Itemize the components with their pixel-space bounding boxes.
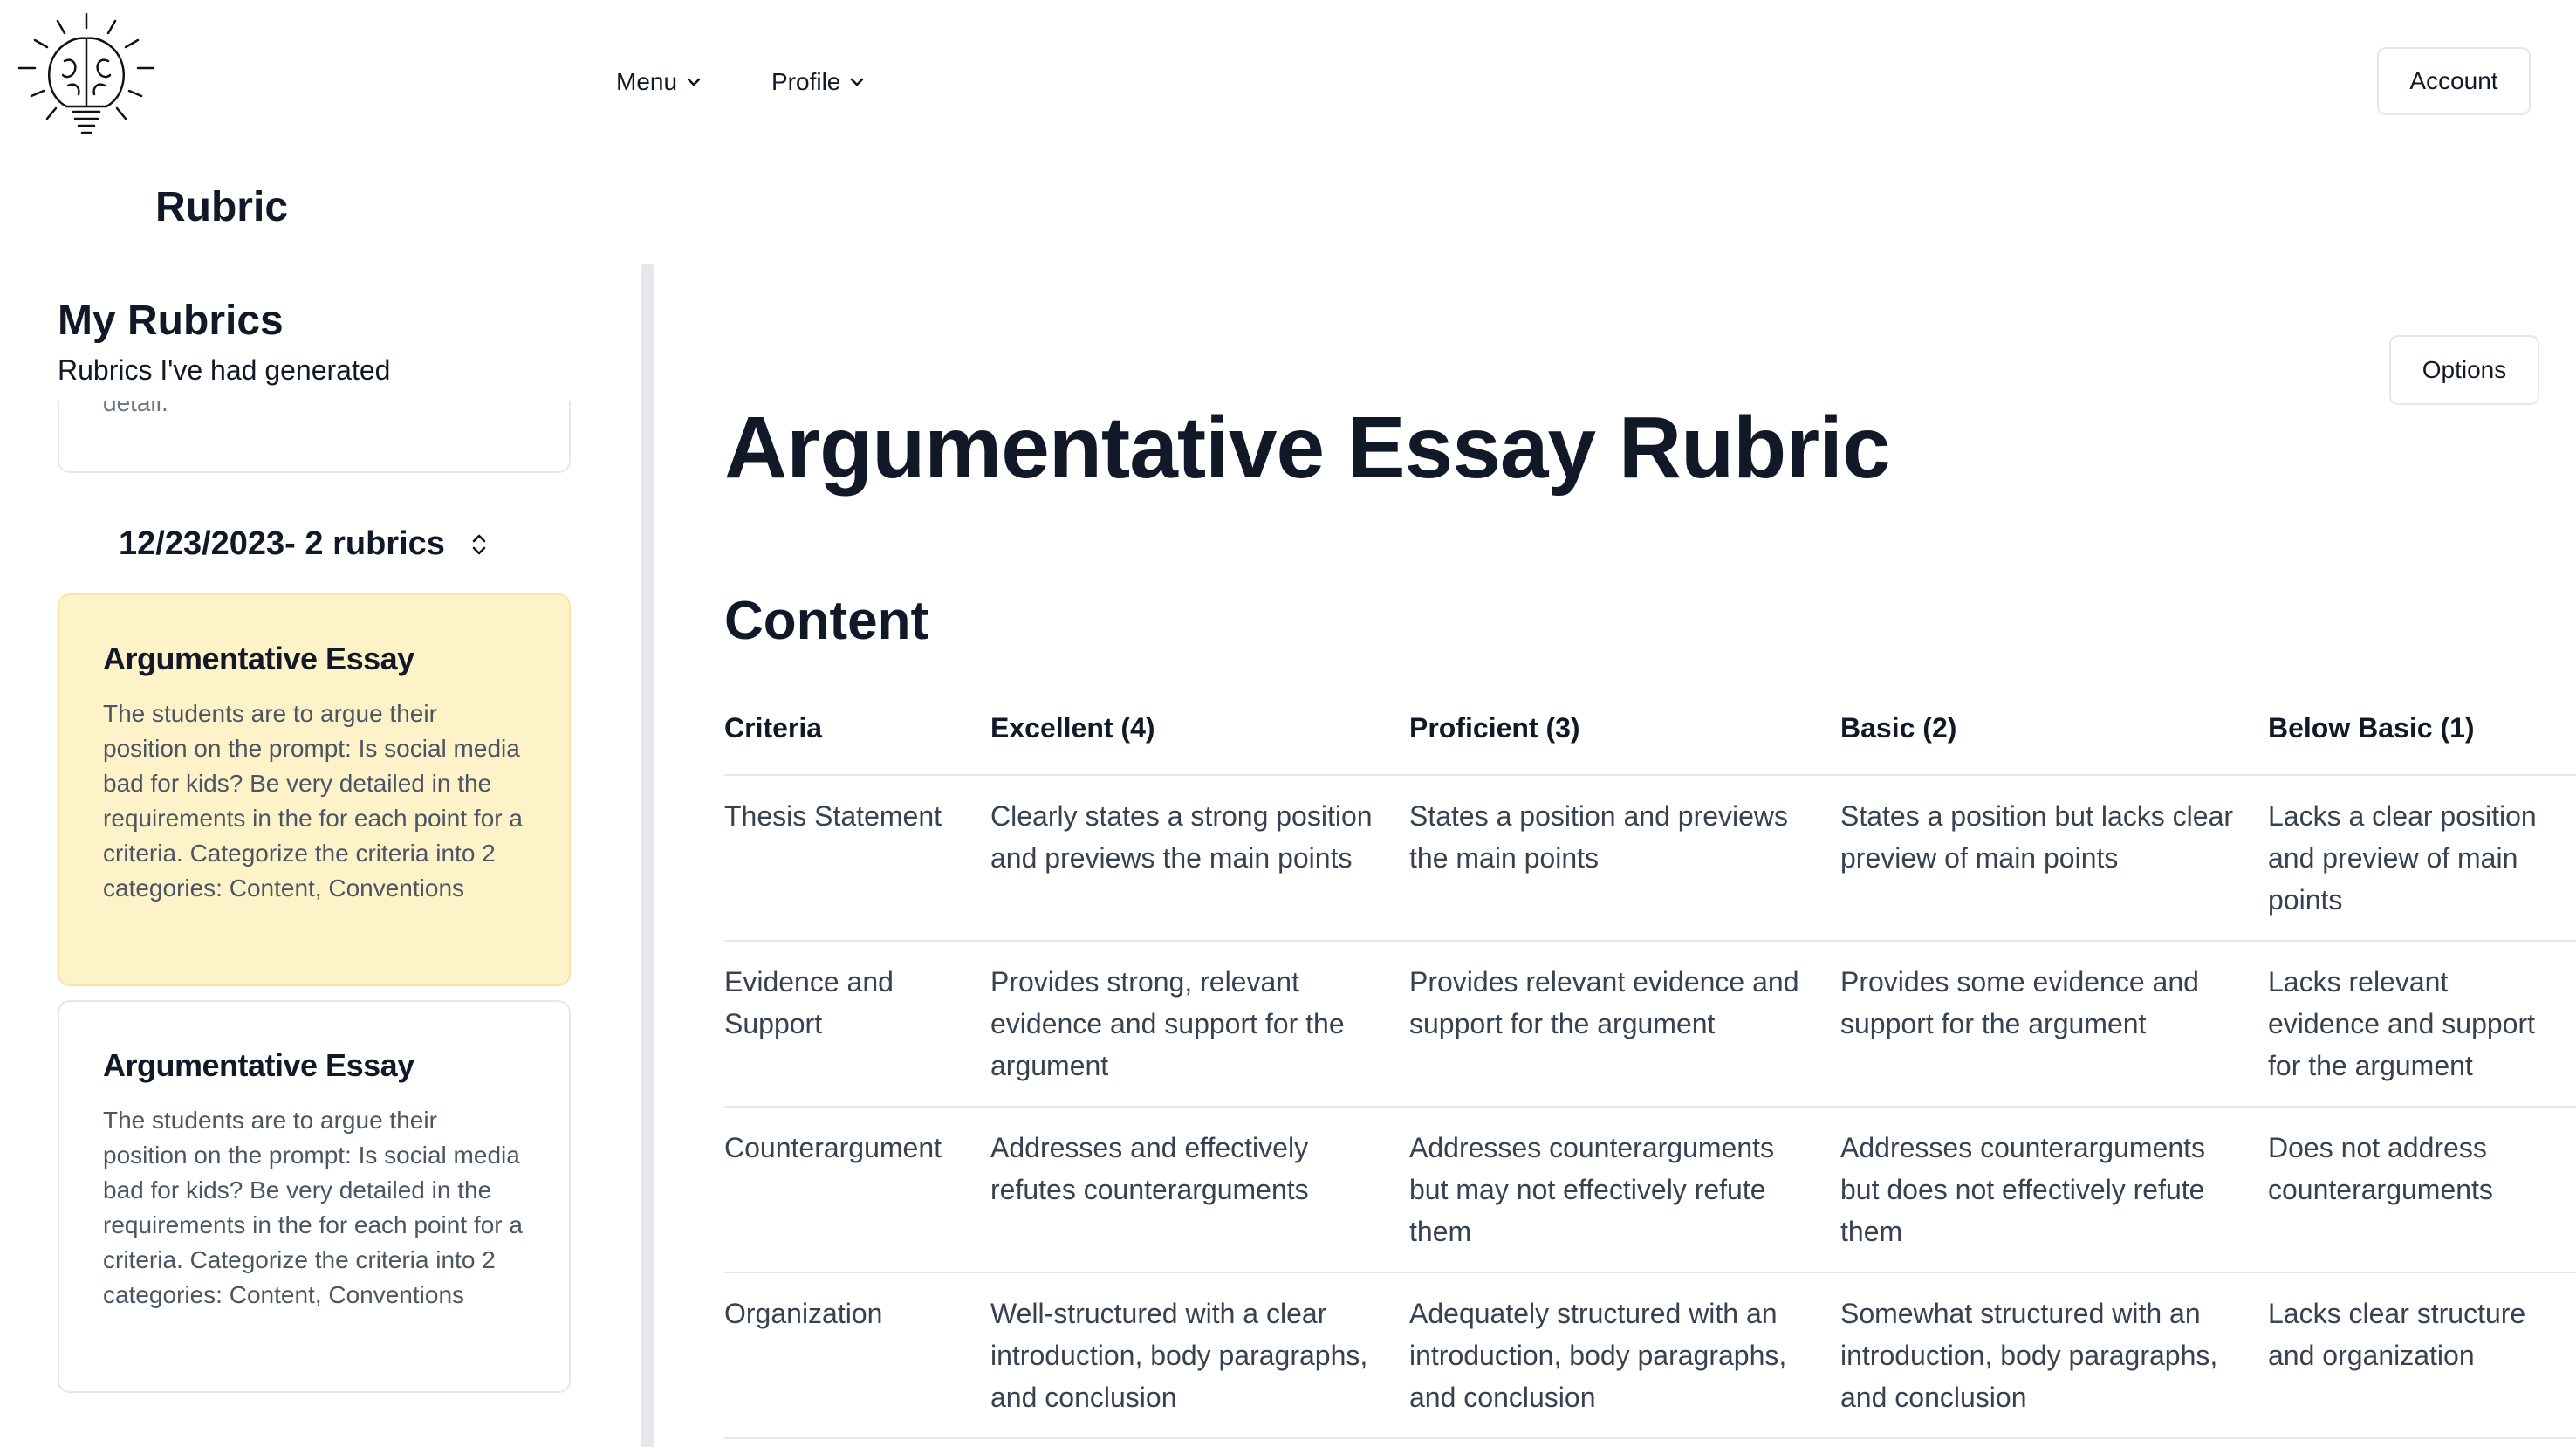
table-row: Thesis Statement Clearly states a strong…	[724, 775, 2576, 942]
column-header-below-basic: Below Basic (1)	[2268, 698, 2576, 776]
table-cell: Does not address counterarguments	[2268, 1107, 2576, 1273]
table-cell: Lacks relevant evidence and support for …	[2268, 941, 2576, 1108]
rubric-card-title: Argumentative Essay	[103, 641, 414, 676]
rubric-card[interactable]: Argumentative Essay The students are to …	[58, 1000, 571, 1393]
column-header-basic: Basic (2)	[1840, 698, 2268, 776]
rubric-card-title: Argumentative Essay	[103, 1047, 414, 1083]
options-button[interactable]: Options	[2389, 335, 2539, 405]
sidebar-scrollbar[interactable]	[641, 264, 654, 1447]
nav-profile-label: Profile	[771, 68, 841, 95]
sidebar-title: My Rubrics	[58, 298, 284, 344]
account-button[interactable]: Account	[2377, 47, 2531, 115]
top-navbar: Menu Profile Account	[0, 0, 2576, 164]
table-cell: Organization	[724, 1272, 990, 1439]
table-cell: Well-structured with a clear introductio…	[990, 1272, 1409, 1439]
table-row: Organization Well-structured with a clea…	[724, 1272, 2576, 1439]
table-cell: Addresses and effectively refutes counte…	[990, 1107, 1409, 1273]
table-cell: Thesis Statement	[724, 775, 990, 942]
table-cell: Provides relevant evidence and support f…	[1409, 941, 1840, 1108]
table-cell: Provides some evidence and support for t…	[1840, 941, 2268, 1108]
table-row: Evidence and Support Provides strong, re…	[724, 941, 2576, 1108]
nav-menu-dropdown[interactable]: Menu	[616, 65, 702, 99]
table-cell: Counterargument	[724, 1107, 990, 1273]
sidebar-subtitle: Rubrics I've had generated	[58, 354, 391, 386]
table-cell: Lacks clear structure and organization	[2268, 1272, 2576, 1439]
rubric-group-toggle[interactable]: 12/23/2023- 2 rubrics	[119, 525, 489, 563]
rubric-title: Argumentative Essay Rubric	[724, 399, 1891, 497]
nav-menu-label: Menu	[616, 68, 678, 95]
column-header-criteria: Criteria	[724, 698, 990, 776]
chevron-down-icon	[686, 77, 702, 87]
table-cell: Evidence and Support	[724, 941, 990, 1108]
table-cell: Somewhat structured with an introduction…	[1840, 1272, 2268, 1439]
table-cell: Clearly states a strong position and pre…	[990, 775, 1409, 942]
brain-lightbulb-icon[interactable]	[12, 9, 161, 140]
rubric-card-clipped-text: detail.	[103, 401, 168, 416]
column-header-proficient: Proficient (3)	[1409, 698, 1840, 776]
table-cell: Provides strong, relevant evidence and s…	[990, 941, 1409, 1108]
table-cell: Addresses counterarguments but may not e…	[1409, 1107, 1840, 1273]
chevron-down-icon	[849, 77, 865, 87]
table-row: Counterargument Addresses and effectivel…	[724, 1107, 2576, 1273]
table-header-row: Criteria Excellent (4) Proficient (3) Ba…	[724, 698, 2576, 776]
table-cell: Adequately structured with an introducti…	[1409, 1272, 1840, 1439]
table-cell: States a position but lacks clear previe…	[1840, 775, 2268, 942]
column-header-excellent: Excellent (4)	[990, 698, 1409, 776]
chevron-up-down-icon	[469, 531, 489, 558]
page-brand-title: Rubric	[155, 184, 289, 230]
section-title-content: Content	[724, 591, 929, 651]
rubric-card-description: The students are to argue their position…	[103, 1107, 523, 1308]
rubric-table: Criteria Excellent (4) Proficient (3) Ba…	[724, 698, 2576, 1439]
rubric-group-label: 12/23/2023- 2 rubrics	[119, 525, 445, 562]
rubrics-sidebar: My Rubrics Rubrics I've had generated de…	[0, 262, 646, 1447]
nav-profile-dropdown[interactable]: Profile	[771, 65, 865, 99]
table-cell: States a position and previews the main …	[1409, 775, 1840, 942]
rubric-card-description: The students are to argue their position…	[103, 700, 523, 902]
rubric-card-clipped[interactable]: detail.	[58, 401, 571, 473]
rubric-table-container: Criteria Excellent (4) Proficient (3) Ba…	[724, 698, 2576, 1447]
table-cell: Lacks a clear position and preview of ma…	[2268, 775, 2576, 942]
table-cell: Addresses counterarguments but does not …	[1840, 1107, 2268, 1273]
rubric-card-selected[interactable]: Argumentative Essay The students are to …	[58, 593, 571, 986]
